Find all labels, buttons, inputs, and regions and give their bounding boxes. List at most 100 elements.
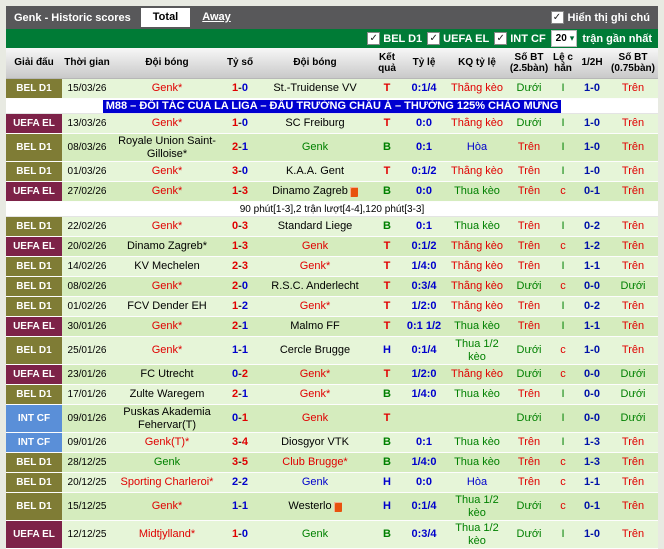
handicap-result: Thua kèo [454,185,500,198]
league-cell: UEFA EL [6,365,62,384]
column-header: KQ tỷ lệ [458,57,496,69]
match-count-select[interactable]: 20 [550,30,578,47]
away-score: 1 [241,320,248,333]
away-score: 3 [241,240,248,253]
match-date: 20/12/25 [67,477,107,488]
note-row: 90 phút[1-3],2 trận lượt[4-4],120 phút[3… [6,202,658,217]
table-row: BEL D1 15/03/26 Genk* 1-0 St.-Truidense VV T 0… [6,79,658,99]
team-name: Genk* [151,500,183,513]
league-badge: UEFA EL [6,317,62,336]
league-cell: BEL D1 [6,277,62,296]
over-under-0-75: Dưới [620,280,646,293]
result-letter: T [383,260,391,273]
team-name: St.-Truidense VV [273,82,357,95]
handicap-odds: 0:1/2 [411,165,437,178]
team-name: Standard Liege [277,220,353,233]
tab-total[interactable]: Total [140,8,191,27]
result-letter: T [383,412,391,425]
match-date: 20/02/26 [67,241,107,252]
half-time-score: 0-1 [584,185,600,198]
league-cell: UEFA EL [6,114,62,133]
league-badge: UEFA EL [6,365,62,384]
table-row: BEL D1 28/12/25 Genk 3-5 Club Brugge* B 1/4:0 T… [6,453,658,473]
home-team-cell: Genk* [112,220,222,232]
filter-bar: BEL D1 UEFA EL INT CF 20 trận gần nhất [6,29,658,48]
over-under-2-5: Trên [517,260,541,273]
match-date: 09/01/26 [67,437,107,448]
handicap-odds: 0:1/4 [411,500,437,513]
leg-indicator: I [561,82,565,95]
league-filter-checkbox-int-cf[interactable] [494,32,508,45]
away-team-cell: Genk* [258,300,372,312]
league-cell: UEFA EL [6,317,62,336]
league-filter-checkbox-bel-d1[interactable] [367,32,381,45]
away-score: 2 [241,300,248,313]
result-letter: T [383,117,391,130]
tab-away[interactable]: Away [190,8,243,27]
table-row: BEL D1 20/12/25 Sporting Charleroi* 2-2 Genk… [6,473,658,493]
half-time-score: 0-1 [584,500,600,513]
handicap-result: Thắng kèo [451,368,503,381]
away-score: 2 [241,368,248,381]
away-score: 1 [241,500,248,513]
handicap-odds: 1/4:0 [411,456,437,469]
league-badge: BEL D1 [6,134,62,161]
away-team-cell: Genk [258,476,372,488]
over-under-0-75: Trên [621,500,645,513]
half-time-score: 0-0 [584,412,600,425]
league-badge: BEL D1 [6,385,62,404]
home-team-cell: Genk* [112,320,222,332]
column-header: 1/2H [581,57,603,69]
result-letter: H [383,500,391,513]
over-under-0-75: Trên [621,320,645,333]
score-cell: 2-2 [222,476,258,488]
team-name: Malmo FF [290,320,340,333]
leg-indicator: I [561,320,565,333]
show-notes-label: Hiển thị ghi chú [567,11,651,24]
league-cell: BEL D1 [6,297,62,316]
team-name: Genk [301,240,329,253]
match-date: 23/01/26 [67,369,107,380]
league-cell: BEL D1 [6,493,62,520]
away-team-cell: Club Brugge* [258,456,372,468]
home-team-cell: Genk [112,456,222,468]
match-date: 27/02/26 [67,186,107,197]
column-header: Lệ c hẳn [552,51,573,75]
handicap-result: Thua kèo [454,436,500,449]
match-date: 17/01/26 [67,389,107,400]
leg-indicator: c [560,476,566,489]
handicap-result: Thua kèo [454,320,500,333]
result-letter: T [383,368,391,381]
leg-indicator: I [561,388,565,401]
league-cell: BEL D1 [6,79,62,98]
team-name: Puskas Akademia Fehervar(T) [123,406,211,431]
away-team-cell: Westerlo [258,500,372,512]
show-notes-checkbox[interactable] [550,11,564,24]
over-under-0-75: Trên [621,436,645,449]
over-under-0-75: Trên [621,344,645,357]
score-cell: 3-5 [222,456,258,468]
league-cell: BEL D1 [6,217,62,236]
red-card-icon [333,501,342,512]
half-time-score: 1-0 [584,528,600,541]
away-team-cell: Standard Liege [258,220,372,232]
league-filter-checkbox-uefa-el[interactable] [427,32,441,45]
handicap-odds: 0:0 [416,185,432,198]
column-header: Thời gian [64,57,110,69]
score-cell: 1-3 [222,240,258,252]
over-under-2-5: Trên [517,320,541,333]
leg-indicator: c [560,344,566,357]
result-letter: H [383,344,391,357]
result-letter: B [383,436,391,449]
leg-indicator: c [560,240,566,253]
away-team-cell: Malmo FF [258,320,372,332]
half-time-score: 1-3 [584,456,600,469]
away-score: 1 [241,141,248,154]
ad-banner[interactable]: M88 – ĐỐI TÁC CỦA LA LIGA – ĐẤU TRƯỜNG C… [6,99,658,114]
team-name: Genk [301,141,329,154]
score-cell: 3-4 [222,436,258,448]
home-team-cell: Royale Union Saint-Gilloise* [112,135,222,159]
team-name: Diosgyor VTK [281,436,349,449]
handicap-odds: 0:1/4 [411,344,437,357]
league-badge: BEL D1 [6,162,62,181]
